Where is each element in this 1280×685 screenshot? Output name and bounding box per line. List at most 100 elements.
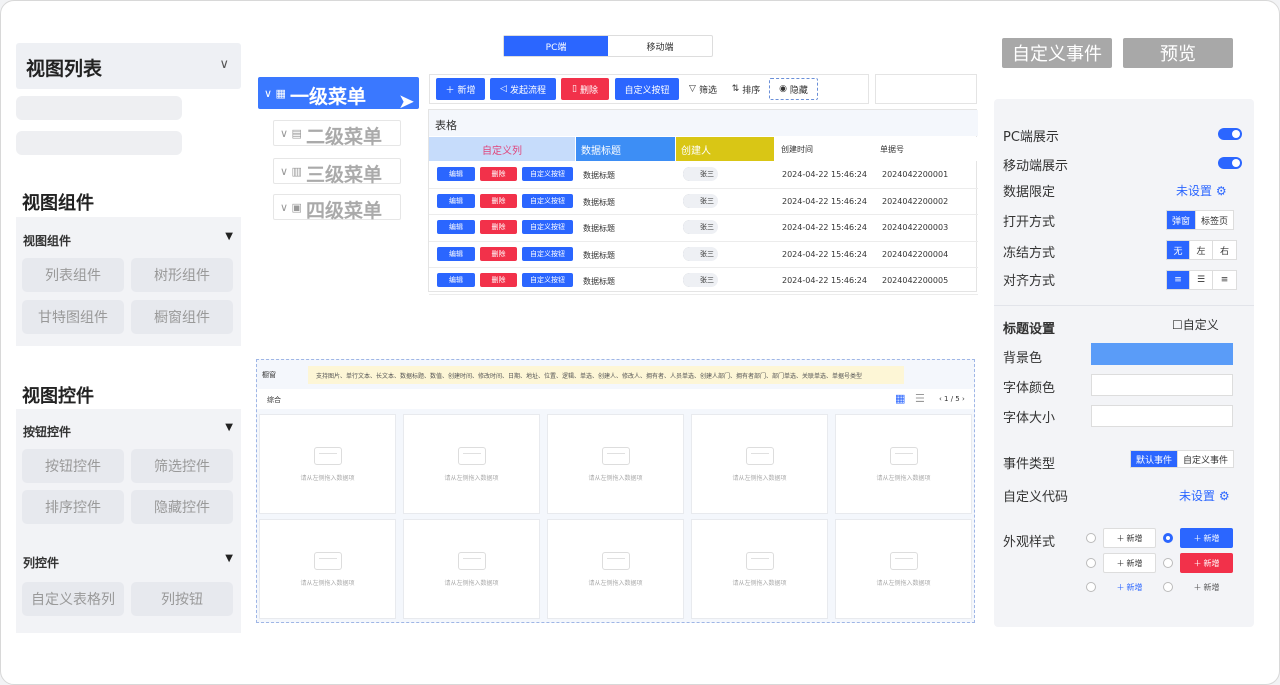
row-delete-button[interactable]: 删除 [480, 273, 517, 287]
chip-sort-control[interactable]: 排序控件 [22, 490, 124, 524]
font-size-input[interactable] [1091, 405, 1233, 427]
app-frame: 视图列表 ∨ 视图组件 视图组件 ▼ 列表组件 树形组件 甘特图组件 橱窗组件 … [0, 0, 1280, 685]
cell-no: 2024042200005 [882, 276, 949, 285]
chip-showcase-component[interactable]: 橱窗组件 [131, 300, 233, 334]
pc-display-toggle[interactable] [1218, 128, 1242, 140]
chevron-down-icon: ∨ ▣ [280, 201, 302, 214]
showcase-card[interactable]: 请从左侧拖入数据项 [259, 414, 396, 514]
custom-checkbox[interactable]: ☐自定义 [1172, 316, 1219, 333]
tree-item-level1[interactable]: ∨ ▦ 一级菜单 ➤ [258, 77, 419, 111]
showcase-card[interactable]: 请从左侧拖入数据项 [403, 414, 540, 514]
align-left-icon[interactable]: ≡ [1167, 271, 1190, 289]
style-radio-danger[interactable] [1163, 558, 1173, 568]
event-type-segment: 默认事件 自定义事件 [1130, 450, 1235, 468]
style-radio-outline[interactable] [1086, 533, 1096, 543]
empty-inbox-icon [601, 446, 630, 465]
tab-pc[interactable]: PC端 [504, 36, 608, 56]
caret-down-icon[interactable]: ▼ [225, 553, 233, 564]
custom-button[interactable]: 自定义按钮 [615, 78, 679, 100]
row-custom-button[interactable]: 自定义按钮 [522, 193, 573, 208]
custom-event-button[interactable]: 自定义事件 [1002, 38, 1112, 68]
align-center-icon[interactable]: ☰ [1190, 271, 1213, 289]
font-color-input[interactable] [1091, 374, 1233, 396]
align-right-icon[interactable]: ≡ [1213, 271, 1236, 289]
row-edit-button[interactable]: 编辑 [437, 193, 475, 208]
cell-title: 数据标题 [583, 277, 615, 286]
style-radio-text-blue[interactable] [1086, 582, 1096, 592]
tree-item-level3[interactable]: ∨ ▥ 三级菜单 [273, 158, 401, 186]
row-custom-button[interactable]: 自定义按钮 [522, 273, 573, 287]
chip-filter-control[interactable]: 筛选控件 [131, 449, 233, 483]
style-radio-text-gray[interactable] [1163, 582, 1173, 592]
filter-button[interactable]: ▽ 筛选 [684, 78, 722, 100]
column-header-creator[interactable]: 创建人 [676, 137, 774, 161]
event-default[interactable]: 默认事件 [1131, 451, 1179, 467]
chip-button-control[interactable]: 按钮控件 [22, 449, 124, 483]
row-edit-button[interactable]: 编辑 [437, 273, 475, 287]
open-mode-tab[interactable]: 标签页 [1196, 211, 1233, 229]
chip-column-button[interactable]: 列按钮 [131, 582, 233, 616]
chip-list-component[interactable]: 列表组件 [22, 258, 124, 292]
column-header-created[interactable]: 创建时间 [775, 137, 873, 161]
pager[interactable]: ‹ 1 / 5 › [939, 395, 965, 403]
data-limit-link[interactable]: 未设置 ⚙ [1176, 182, 1227, 199]
view-components-group: 视图组件 ▼ 列表组件 树形组件 甘特图组件 橱窗组件 [16, 217, 241, 346]
tree-item-level4[interactable]: ∨ ▣ 四级菜单 [273, 194, 401, 222]
preview-button[interactable]: 预览 [1123, 38, 1233, 68]
row-edit-button[interactable]: 编辑 [437, 220, 475, 234]
showcase-card[interactable]: 请从左侧拖入数据项 [403, 519, 540, 619]
chip-gantt-component[interactable]: 甘特图组件 [22, 300, 124, 334]
row-custom-button[interactable]: 自定义按钮 [522, 167, 573, 181]
row-delete-button[interactable]: 删除 [480, 193, 517, 208]
view-list-dropdown[interactable]: 视图列表 ∨ [16, 43, 241, 89]
chip-custom-table-column[interactable]: 自定义表格列 [22, 582, 124, 616]
freeze-none[interactable]: 无 [1167, 241, 1190, 259]
showcase-card[interactable]: 请从左侧拖入数据项 [835, 414, 972, 514]
showcase-card[interactable]: 请从左侧拖入数据项 [691, 414, 828, 514]
mobile-display-toggle[interactable] [1218, 157, 1242, 169]
chevron-down-icon: ∨ [219, 57, 229, 72]
tree-item-level2[interactable]: ∨ ▤ 二级菜单 [273, 120, 401, 148]
bg-color-input[interactable] [1091, 343, 1233, 365]
delete-button[interactable]: ▯ 删除 [561, 78, 609, 100]
toolbar-extension [875, 74, 977, 104]
row-custom-button[interactable]: 自定义按钮 [522, 220, 573, 234]
row-delete-button[interactable]: 删除 [480, 167, 517, 181]
row-delete-button[interactable]: 删除 [480, 220, 517, 234]
hide-button[interactable]: ◉ 隐藏 [769, 78, 818, 100]
chip-tree-component[interactable]: 树形组件 [131, 258, 233, 292]
sort-button[interactable]: ⇅ 排序 [727, 78, 765, 100]
card-placeholder-text: 请从左侧拖入数据项 [444, 579, 499, 587]
open-mode-dialog[interactable]: 弹窗 [1167, 211, 1197, 229]
custom-code-link[interactable]: 未设置 ⚙ [1179, 487, 1230, 504]
showcase-card[interactable]: 请从左侧拖入数据项 [835, 519, 972, 619]
column-header-custom[interactable]: 自定义列 [429, 137, 575, 161]
tab-mobile[interactable]: 移动端 [608, 36, 712, 56]
event-custom[interactable]: 自定义事件 [1178, 451, 1233, 467]
column-header-title[interactable]: 数据标题 [576, 137, 675, 161]
showcase-card[interactable]: 请从左侧拖入数据项 [259, 519, 396, 619]
freeze-mode-label: 冻结方式 [1003, 246, 1056, 261]
showcase-card[interactable]: 请从左侧拖入数据项 [691, 519, 828, 619]
add-button[interactable]: ＋新增 [436, 78, 485, 100]
chip-hide-control[interactable]: 隐藏控件 [131, 490, 233, 524]
showcase-card[interactable]: 请从左侧拖入数据项 [547, 414, 684, 514]
sort-label[interactable]: 综合 [267, 395, 281, 405]
column-header-no[interactable]: 单据号 [874, 137, 978, 161]
row-delete-button[interactable]: 删除 [480, 246, 517, 261]
row-edit-button[interactable]: 编辑 [437, 246, 475, 261]
style-radio-plain[interactable] [1086, 558, 1096, 568]
style-sample-label: 新增 [1203, 558, 1220, 568]
start-flow-button[interactable]: ◁ 发起流程 [490, 78, 556, 100]
gear-icon: ⚙ [1218, 489, 1230, 503]
grid-view-icon[interactable]: ▦ [895, 392, 905, 405]
caret-down-icon[interactable]: ▼ [225, 422, 233, 433]
list-view-icon[interactable]: ☰ [915, 392, 925, 405]
freeze-left[interactable]: 左 [1190, 241, 1213, 259]
row-custom-button[interactable]: 自定义按钮 [522, 246, 573, 261]
style-radio-primary[interactable] [1163, 533, 1173, 543]
caret-down-icon[interactable]: ▼ [225, 231, 233, 242]
row-edit-button[interactable]: 编辑 [437, 167, 475, 181]
showcase-card[interactable]: 请从左侧拖入数据项 [547, 519, 684, 619]
freeze-right[interactable]: 右 [1213, 241, 1236, 259]
